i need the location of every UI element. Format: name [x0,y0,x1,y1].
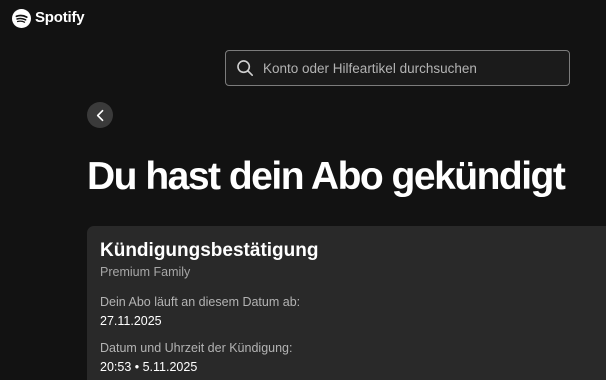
chevron-left-icon [96,109,103,121]
search-icon [237,60,254,77]
expiry-date-label: Dein Abo läuft an diesem Datum ab: [100,295,301,309]
plan-name: Premium Family [100,265,191,279]
spotify-brand[interactable]: Spotify [12,8,85,28]
card-title: Kündigungsbestätigung [100,240,319,261]
page-title: Du hast dein Abo gekündigt [87,155,566,198]
cancellation-datetime-field: Datum und Uhrzeit der Kündigung: 20:53 •… [100,340,606,376]
cancellation-datetime-label: Datum und Uhrzeit der Kündigung: [100,341,293,355]
brand-name: Spotify [35,9,85,26]
expiry-date-field: Dein Abo läuft an diesem Datum ab: 27.11… [100,294,606,330]
spotify-logo-icon [12,8,31,28]
cancellation-datetime-value: 20:53 • 5.11.2025 [100,360,198,374]
cancellation-confirmation-card: Kündigungsbestätigung Premium Family Dei… [87,226,606,380]
search-bar[interactable] [225,50,570,86]
back-button[interactable] [87,102,113,128]
search-input[interactable] [263,53,569,83]
expiry-date-value: 27.11.2025 [100,314,162,328]
